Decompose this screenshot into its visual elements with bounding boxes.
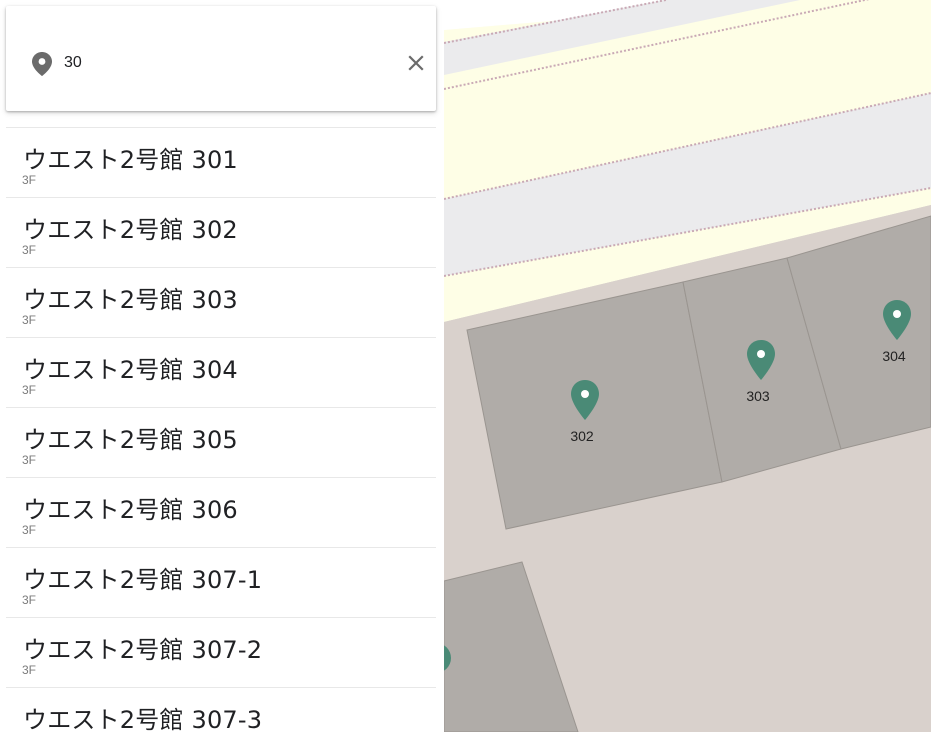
clear-button[interactable] (398, 45, 434, 81)
result-item[interactable]: ウエスト2号館 304 3F (6, 337, 436, 407)
result-floor: 3F (22, 313, 37, 327)
pin-label: 304 (882, 348, 906, 364)
result-floor: 3F (22, 383, 37, 397)
result-floor: 3F (22, 173, 37, 187)
result-item[interactable]: ウエスト2号館 301 3F (6, 127, 436, 197)
result-item[interactable]: ウエスト2号館 303 3F (6, 267, 436, 337)
search-sidebar: ウエスト2号館 301 3F ウエスト2号館 302 3F ウエスト2号館 30… (0, 0, 444, 732)
close-icon (408, 55, 424, 71)
results-list: ウエスト2号館 301 3F ウエスト2号館 302 3F ウエスト2号館 30… (6, 127, 436, 732)
result-title: ウエスト2号館 306 (23, 496, 238, 524)
pin-label: 303 (746, 388, 770, 404)
result-floor: 3F (22, 593, 37, 607)
result-floor: 3F (22, 523, 37, 537)
result-title: ウエスト2号館 302 (23, 216, 238, 244)
result-item[interactable]: ウエスト2号館 307-2 3F (6, 617, 436, 687)
result-item[interactable]: ウエスト2号館 302 3F (6, 197, 436, 267)
result-title: ウエスト2号館 307-2 (23, 636, 263, 664)
place-icon (32, 52, 52, 76)
pin-label: 302 (570, 428, 594, 444)
result-floor: 3F (22, 663, 37, 677)
result-title: ウエスト2号館 304 (23, 356, 238, 384)
search-input[interactable] (64, 48, 364, 78)
result-title: ウエスト2号館 301 (23, 146, 238, 174)
result-item[interactable]: ウエスト2号館 307-1 3F (6, 547, 436, 617)
result-item[interactable]: ウエスト2号館 307-3 (6, 687, 436, 732)
result-title: ウエスト2号館 303 (23, 286, 238, 314)
result-title: ウエスト2号館 305 (23, 426, 238, 454)
app: 302 303 304 30 ウエスト2号館 301 3F ウエスト2号館 30… (0, 0, 931, 732)
result-floor: 3F (22, 243, 37, 257)
result-item[interactable]: ウエスト2号館 306 3F (6, 477, 436, 547)
search-card (6, 6, 436, 111)
result-item[interactable]: ウエスト2号館 305 3F (6, 407, 436, 477)
result-floor: 3F (22, 453, 37, 467)
result-title: ウエスト2号館 307-1 (23, 566, 263, 594)
result-title: ウエスト2号館 307-3 (23, 706, 263, 732)
